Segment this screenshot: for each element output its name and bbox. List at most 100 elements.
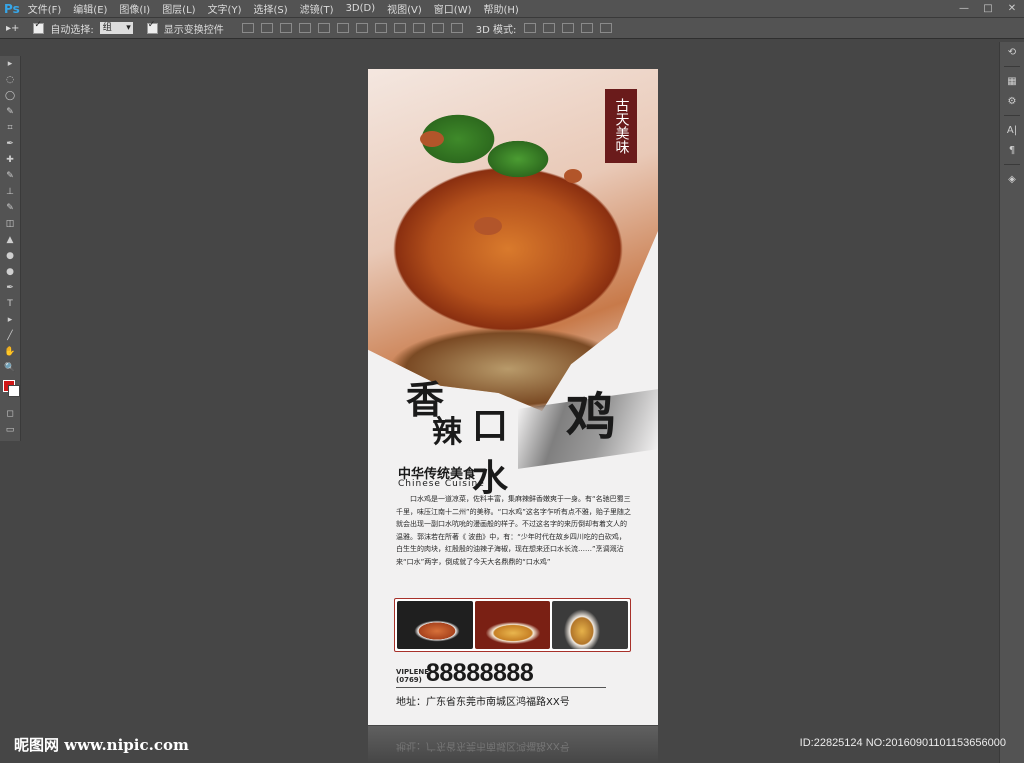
- paragraph-icon[interactable]: ¶: [1000, 140, 1024, 160]
- 3d-mode-label: 3D 模式:: [475, 24, 517, 36]
- 3d-rotate-icon[interactable]: [524, 23, 537, 33]
- move-tool-icon[interactable]: ▸: [0, 56, 20, 72]
- background-color-swatch[interactable]: [8, 385, 20, 397]
- distribute-top-icon[interactable]: [355, 23, 368, 33]
- menu-help[interactable]: 帮助(H): [484, 1, 519, 16]
- align-vcenter-icon[interactable]: [260, 23, 273, 33]
- peanut-shape: [420, 131, 444, 147]
- gallery-photo: [474, 601, 551, 649]
- menu-view[interactable]: 视图(V): [387, 1, 422, 16]
- align-bottom-icon[interactable]: [279, 23, 292, 33]
- food-gallery: [394, 598, 631, 652]
- distribute-bottom-icon[interactable]: [393, 23, 406, 33]
- path-select-tool-icon[interactable]: ▸: [0, 312, 20, 328]
- 3d-pan-icon[interactable]: [562, 23, 575, 33]
- title-char-la: 辣: [432, 415, 462, 450]
- minimize-button[interactable]: —: [952, 0, 976, 16]
- maximize-button[interactable]: □: [976, 0, 1000, 16]
- collapsed-panels: ⟲ ▦ ⚙ A| ¶ ◈: [999, 42, 1024, 763]
- 3d-icon[interactable]: ◈: [1000, 169, 1024, 189]
- history-icon[interactable]: ⟲: [1000, 42, 1024, 62]
- 3d-mode-buttons: [524, 23, 619, 33]
- poster-body-text: 口水鸡是一道凉菜，佐料丰富，集麻辣鲜香嫩爽于一身。有“名驰巴蜀三千里，味压江南十…: [396, 495, 631, 566]
- zoom-tool-icon[interactable]: 🔍: [0, 360, 20, 376]
- show-transform-checkbox[interactable]: [146, 20, 158, 34]
- line-tool-icon[interactable]: ╱: [0, 328, 20, 344]
- phone-label-top: VIPLENE: [396, 668, 430, 676]
- gallery-photo: [552, 601, 629, 649]
- layers-icon[interactable]: ▦: [1000, 71, 1024, 91]
- site-watermark: 昵图网 www.nipic.com: [14, 736, 189, 754]
- options-bar: ▸+ 自动选择: 组 显示变换控件 3D 模式:: [0, 18, 1024, 39]
- gallery-photo: [397, 601, 473, 649]
- align-left-icon[interactable]: [298, 23, 311, 33]
- phone-label: VIPLENE (0769): [396, 668, 429, 684]
- gradient-tool-icon[interactable]: ▲: [0, 232, 20, 248]
- distribute-left-icon[interactable]: [412, 23, 425, 33]
- menu-bar: Ps 文件(F) 编辑(E) 图像(I) 图层(L) 文字(Y) 选择(S) 滤…: [0, 0, 1024, 18]
- distribute-hcenter-icon[interactable]: [431, 23, 444, 33]
- distribute-right-icon[interactable]: [450, 23, 463, 33]
- menu-layer[interactable]: 图层(L): [162, 1, 195, 16]
- auto-select-label: 自动选择:: [50, 24, 94, 36]
- adjust-icon[interactable]: ⚙: [1000, 91, 1024, 111]
- move-tool-icon[interactable]: ▸+: [6, 23, 19, 34]
- auto-select-dropdown[interactable]: 组: [99, 22, 133, 34]
- menu-window[interactable]: 窗口(W): [434, 1, 472, 16]
- menu-edit[interactable]: 编辑(E): [73, 1, 107, 16]
- menu-select[interactable]: 选择(S): [253, 1, 287, 16]
- menu-3d[interactable]: 3D(D): [346, 3, 376, 14]
- app-logo: Ps: [4, 1, 20, 16]
- history-brush-tool-icon[interactable]: ✎: [0, 200, 20, 216]
- document-canvas[interactable]: 古天美味 香 辣 口水 鸡 中华传统美食 Chinese Cuisine 口水鸡…: [368, 69, 658, 725]
- align-hcenter-icon[interactable]: [317, 23, 330, 33]
- title-char-ji: 鸡: [566, 387, 616, 446]
- phone-area-code: (0769): [396, 676, 422, 684]
- crop-tool-icon[interactable]: ⌗: [0, 120, 20, 136]
- quick-mask-icon[interactable]: ◻: [0, 406, 20, 422]
- close-button[interactable]: ✕: [1000, 0, 1024, 16]
- marquee-tool-icon[interactable]: ◌: [0, 72, 20, 88]
- auto-select-checkbox[interactable]: [33, 20, 45, 34]
- type-tool-icon[interactable]: T: [0, 296, 20, 312]
- poster-address: 地址：广东省东莞市南城区鸿福路XX号: [396, 697, 570, 708]
- tools-panel: ▸ ◌ ◯ ✎ ⌗ ✒ ✚ ✎ ⊥ ✎ ◫ ▲ ● ● ✒ T ▸ ╱ ✋ 🔍 …: [0, 56, 21, 441]
- panel-divider: [1004, 164, 1020, 165]
- 3d-slide-icon[interactable]: [581, 23, 594, 33]
- align-buttons: [241, 23, 470, 33]
- blur-tool-icon[interactable]: ●: [0, 248, 20, 264]
- phone-number: 88888888: [426, 659, 534, 687]
- peanut-shape: [474, 217, 502, 235]
- eyedropper-tool-icon[interactable]: ✒: [0, 136, 20, 152]
- 3d-roll-icon[interactable]: [543, 23, 556, 33]
- color-swatches[interactable]: [0, 376, 20, 406]
- peanut-shape: [564, 169, 582, 183]
- eraser-tool-icon[interactable]: ◫: [0, 216, 20, 232]
- 3d-scale-icon[interactable]: [600, 23, 613, 33]
- phone-divider: [396, 687, 606, 688]
- dodge-tool-icon[interactable]: ●: [0, 264, 20, 280]
- hand-tool-icon[interactable]: ✋: [0, 344, 20, 360]
- brush-tool-icon[interactable]: ✎: [0, 168, 20, 184]
- lasso-tool-icon[interactable]: ◯: [0, 88, 20, 104]
- show-transform-label: 显示变换控件: [163, 24, 224, 36]
- align-right-icon[interactable]: [336, 23, 349, 33]
- align-top-icon[interactable]: [241, 23, 254, 33]
- reflected-address: 地址：广东省东莞市南城区鸿福路XX号: [396, 740, 570, 751]
- stamp-tool-icon[interactable]: ⊥: [0, 184, 20, 200]
- menu-image[interactable]: 图像(I): [119, 1, 150, 16]
- image-id-watermark: ID:22825124 NO:20160901101153656000: [799, 737, 1006, 749]
- menu-type[interactable]: 文字(Y): [208, 1, 242, 16]
- healing-tool-icon[interactable]: ✚: [0, 152, 20, 168]
- canvas-reflection: 地址：广东省东莞市南城区鸿福路XX号: [368, 726, 658, 763]
- quick-select-tool-icon[interactable]: ✎: [0, 104, 20, 120]
- text-icon[interactable]: A|: [1000, 120, 1024, 140]
- pen-tool-icon[interactable]: ✒: [0, 280, 20, 296]
- menu-file[interactable]: 文件(F): [28, 1, 62, 16]
- panel-divider: [1004, 66, 1020, 67]
- poster-subtitle-en: Chinese Cuisine: [398, 479, 485, 489]
- distribute-vcenter-icon[interactable]: [374, 23, 387, 33]
- menu-filter[interactable]: 滤镜(T): [300, 1, 334, 16]
- screen-mode-icon[interactable]: ▭: [0, 422, 20, 438]
- window-controls: — □ ✕: [952, 0, 1024, 16]
